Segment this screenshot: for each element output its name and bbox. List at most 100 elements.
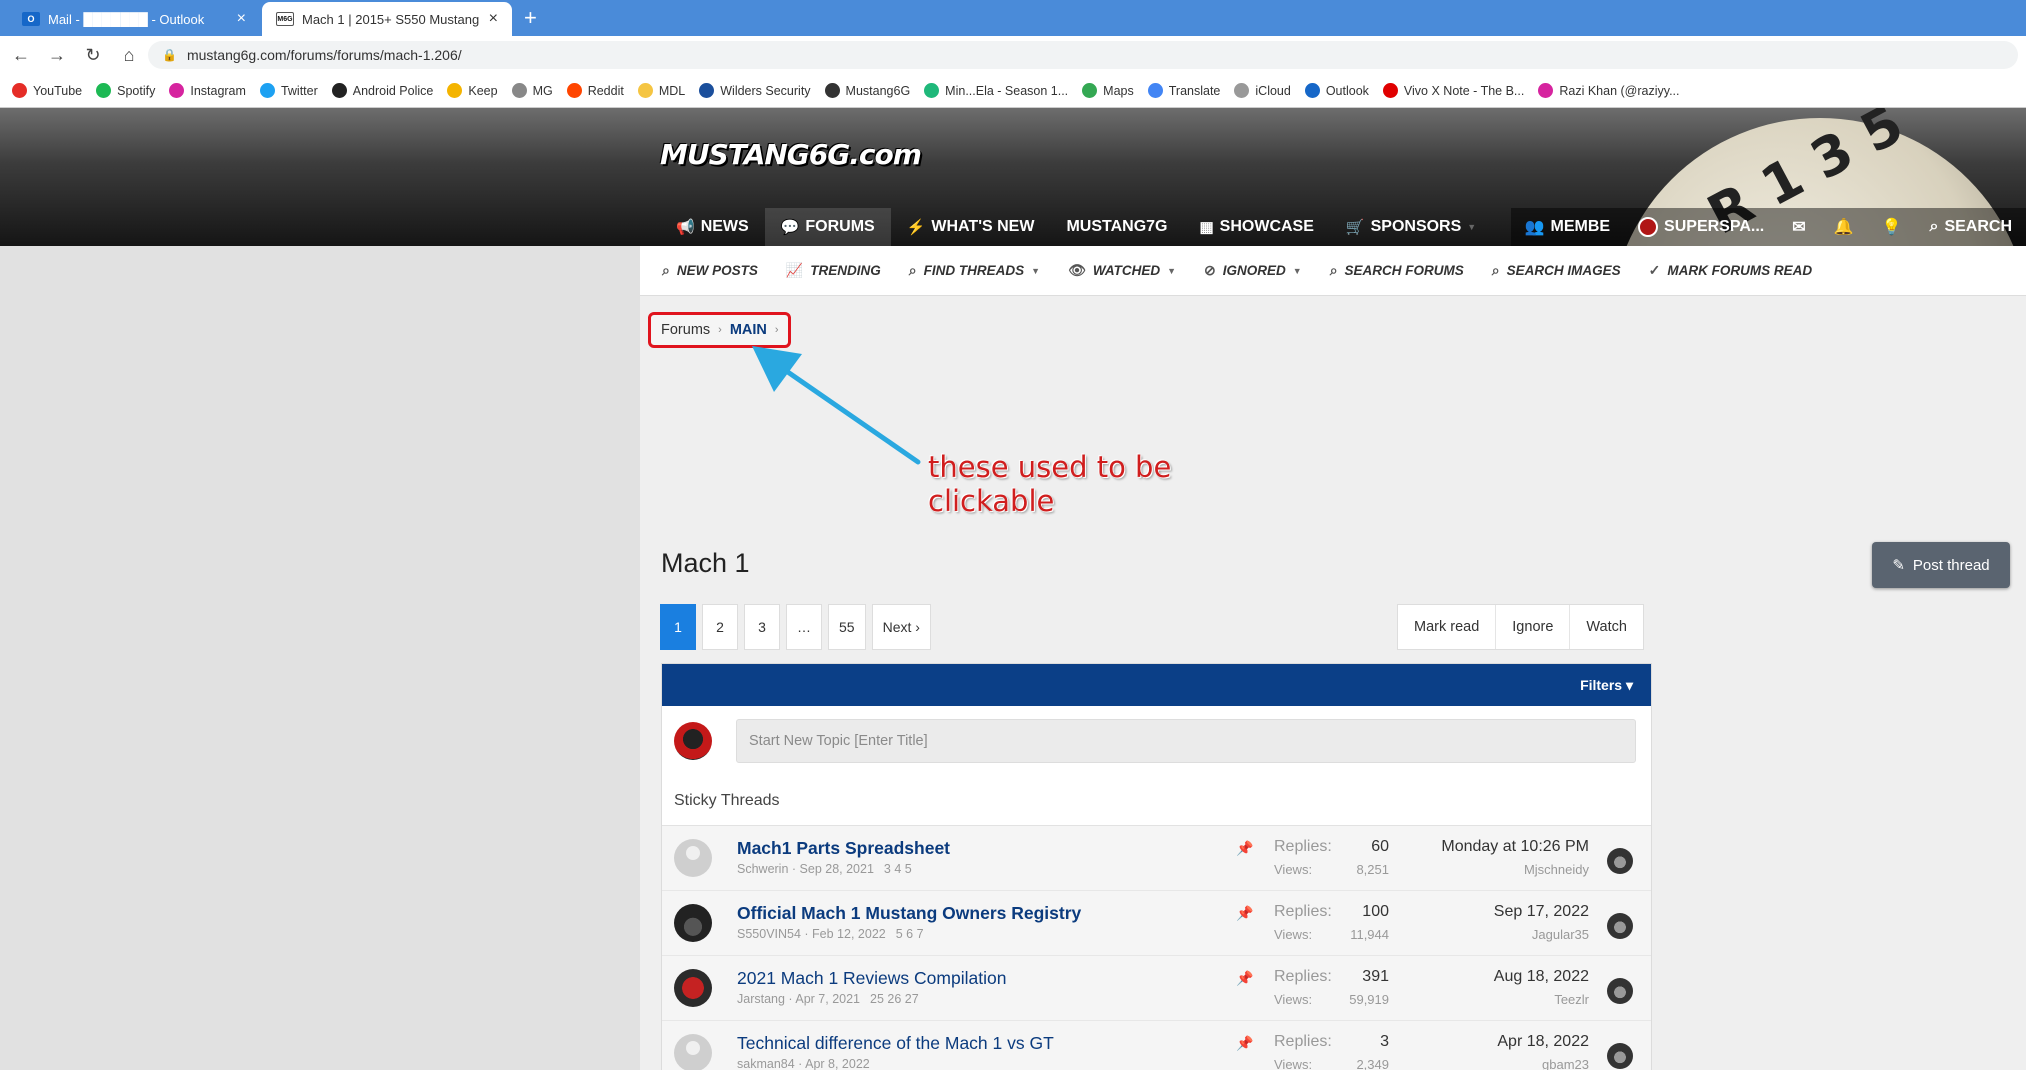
new-topic-input[interactable]: Start New Topic [Enter Title] <box>736 719 1636 763</box>
bookmark-item[interactable]: Android Police <box>331 83 433 98</box>
last-post-date[interactable]: Sep 17, 2022 <box>1494 903 1589 921</box>
browser-tab-outlook[interactable]: O Mail - ███████ - Outlook × <box>8 2 260 36</box>
forum-actions: Mark read Ignore Watch <box>1397 604 1644 650</box>
thread-title-link[interactable]: 2021 Mach 1 Reviews Compilation <box>737 968 1006 989</box>
page-button[interactable]: 1 <box>660 604 696 650</box>
avatar[interactable] <box>1607 848 1633 874</box>
bookmark-item[interactable]: Maps <box>1082 83 1134 98</box>
avatar[interactable] <box>674 904 712 942</box>
subnav-new-posts[interactable]: ⌕ NEW POSTS <box>662 262 758 279</box>
nav-forums[interactable]: 💬 FORUMS <box>764 208 891 246</box>
thread-page-links[interactable]: 3 4 5 <box>884 862 912 876</box>
bookmark-label: Instagram <box>190 83 246 98</box>
close-icon[interactable]: × <box>237 11 246 27</box>
nav-showcase[interactable]: ▦ SHOWCASE <box>1183 208 1329 246</box>
bulb-icon[interactable]: 💡 <box>1868 208 1916 246</box>
views-count: 11,944 <box>1350 927 1389 942</box>
bookmark-item[interactable]: Min...Ela - Season 1... <box>924 83 1068 98</box>
browser-tab-mach1[interactable]: M6G Mach 1 | 2015+ S550 Mustang Fo × <box>262 2 512 36</box>
bookmark-item[interactable]: Vivo X Note - The B... <box>1382 83 1524 98</box>
bookmark-item[interactable]: Outlook <box>1304 83 1369 98</box>
bookmark-item[interactable]: Twitter <box>259 83 318 98</box>
bookmark-item[interactable]: Spotify <box>96 83 155 98</box>
thread-author[interactable]: Jarstang <box>737 992 785 1006</box>
avatar[interactable] <box>1607 1043 1633 1069</box>
thread-title-link[interactable]: Mach1 Parts Spreadsheet <box>737 838 950 859</box>
avatar[interactable] <box>1607 978 1633 1004</box>
subnav-find-threads[interactable]: ⌕ FIND THREADS ▼ <box>909 262 1040 279</box>
back-icon[interactable]: ← <box>6 45 36 66</box>
nav-news[interactable]: 📢 NEWS <box>660 208 765 246</box>
thread-meta: sakman84 · Apr 8, 2022 <box>737 1057 880 1070</box>
bookmark-item[interactable]: Mustang6G <box>824 83 910 98</box>
last-post-date[interactable]: Apr 18, 2022 <box>1497 1033 1589 1051</box>
ignore-button[interactable]: Ignore <box>1495 605 1569 649</box>
last-post-user[interactable]: Mjschneidy <box>1524 862 1589 877</box>
page-button[interactable]: … <box>786 604 822 650</box>
subnav-search-forums[interactable]: ⌕ SEARCH FORUMS <box>1330 262 1464 279</box>
nav-mustang7g[interactable]: MUSTANG7G <box>1050 208 1183 246</box>
subnav-search-images[interactable]: ⌕ SEARCH IMAGES <box>1492 262 1621 279</box>
page-button[interactable]: 3 <box>744 604 780 650</box>
new-tab-button[interactable]: + <box>524 6 537 30</box>
breadcrumb-main[interactable]: MAIN <box>730 322 767 338</box>
subnav-label: SEARCH IMAGES <box>1506 263 1621 278</box>
mark-read-button[interactable]: Mark read <box>1398 605 1495 649</box>
bookmark-item[interactable]: MG <box>511 83 553 98</box>
subnav-trending[interactable]: 📈 TRENDING <box>786 262 881 279</box>
bookmark-item[interactable]: Wilders Security <box>699 83 811 98</box>
subnav-ignored[interactable]: ⊘ IGNORED ▼ <box>1204 262 1302 279</box>
bell-icon[interactable]: 🔔 <box>1820 208 1868 246</box>
bookmark-item[interactable]: Razi Khan (@raziyy... <box>1538 83 1680 98</box>
user-menu[interactable]: SUPERSPA... <box>1624 208 1778 246</box>
nav-label: SPONSORS <box>1370 218 1462 235</box>
filters-button[interactable]: Filters ▾ <box>1580 677 1633 694</box>
last-post-date[interactable]: Monday at 10:26 PM <box>1441 838 1589 856</box>
avatar[interactable] <box>674 969 712 1007</box>
thread-author[interactable]: sakman84 <box>737 1057 795 1070</box>
last-post-user[interactable]: Jagular35 <box>1532 927 1589 942</box>
thread-author[interactable]: Schwerin <box>737 862 788 876</box>
members-nav[interactable]: 👥 MEMBE <box>1511 208 1624 246</box>
page-button[interactable]: Next › <box>871 604 931 650</box>
replies-count: 391 <box>1362 968 1389 985</box>
bookmark-item[interactable]: MDL <box>637 83 685 98</box>
close-icon[interactable]: × <box>489 11 498 27</box>
bookmark-item[interactable]: iCloud <box>1234 83 1291 98</box>
subnav-watched[interactable]: 👁 WATCHED ▼ <box>1068 262 1176 279</box>
page-button[interactable]: 55 <box>828 604 866 650</box>
avatar[interactable] <box>1607 913 1633 939</box>
post-thread-button[interactable]: ✎ Post thread <box>1872 542 2010 588</box>
thread-author[interactable]: S550VIN54 <box>737 927 801 941</box>
page-button[interactable]: 2 <box>702 604 738 650</box>
watch-button[interactable]: Watch <box>1569 605 1643 649</box>
thread-page-links[interactable]: 25 26 27 <box>870 992 919 1006</box>
bookmark-icon <box>1147 83 1163 98</box>
breadcrumb-forums[interactable]: Forums <box>661 322 710 338</box>
bookmark-item[interactable]: Keep <box>447 83 498 98</box>
bookmark-item[interactable]: Translate <box>1147 83 1220 98</box>
last-post-user[interactable]: Teezlr <box>1554 992 1589 1007</box>
bookmark-icon <box>96 83 112 98</box>
forward-icon[interactable]: → <box>42 45 72 66</box>
subnav-mark-forums-read[interactable]: ✓ MARK FORUMS READ <box>1649 262 1812 279</box>
nav-sponsors[interactable]: 🛒 SPONSORS ▼ <box>1330 208 1492 246</box>
url-input[interactable]: 🔒 mustang6g.com/forums/forums/mach-1.206… <box>148 41 2018 69</box>
bookmark-item[interactable]: Reddit <box>566 83 624 98</box>
last-post-date[interactable]: Aug 18, 2022 <box>1494 968 1589 986</box>
inbox-icon[interactable]: ✉ <box>1778 208 1819 246</box>
thread-page-links[interactable]: 5 6 7 <box>896 927 924 941</box>
avatar[interactable] <box>674 1034 712 1070</box>
avatar[interactable] <box>674 839 712 877</box>
thread-title-link[interactable]: Technical difference of the Mach 1 vs GT <box>737 1033 1054 1054</box>
last-post-user[interactable]: gbam23 <box>1542 1057 1589 1070</box>
nav-what-s-new[interactable]: ⚡ WHAT'S NEW <box>891 208 1051 246</box>
bookmark-item[interactable]: YouTube <box>12 83 82 98</box>
avatar <box>674 722 712 760</box>
reload-icon[interactable]: ↻ <box>78 45 108 66</box>
search-button[interactable]: ⌕ SEARCH <box>1915 208 2026 246</box>
thread-title-link[interactable]: Official Mach 1 Mustang Owners Registry <box>737 903 1081 924</box>
home-icon[interactable]: ⌂ <box>114 45 144 66</box>
site-logo[interactable]: MUSTANG6G.com <box>660 138 922 171</box>
bookmark-item[interactable]: Instagram <box>169 83 246 98</box>
